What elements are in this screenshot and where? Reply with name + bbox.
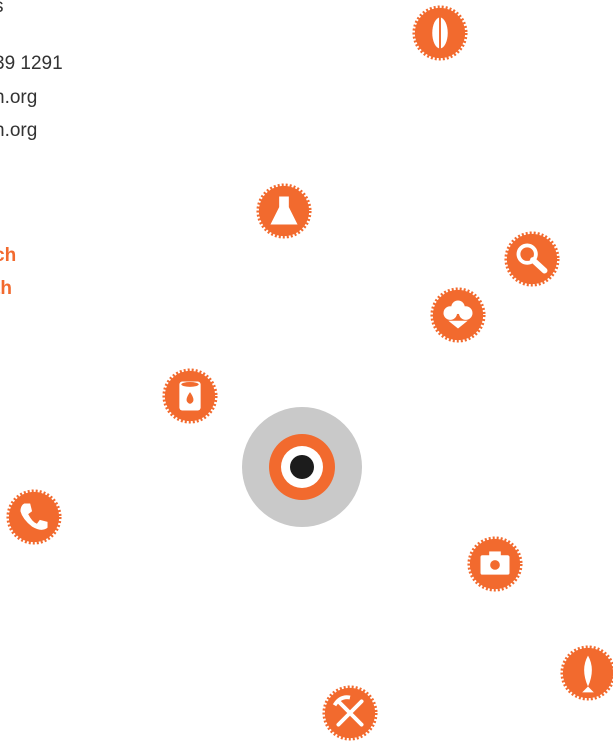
fish-icon-svg xyxy=(560,645,613,701)
corn-icon-svg xyxy=(412,5,468,61)
flask-icon-svg xyxy=(256,183,312,239)
contact-email-2: n.org xyxy=(0,120,38,141)
magnifier-icon xyxy=(503,230,561,288)
contact-link-1[interactable]: ch xyxy=(0,245,16,267)
contact-line-1: s xyxy=(0,0,4,18)
flask-icon xyxy=(255,182,313,240)
oil-drum-icon xyxy=(161,367,219,425)
oil-drum-icon-svg xyxy=(162,368,218,424)
magnifier-icon-svg xyxy=(504,231,560,287)
fish-icon xyxy=(559,644,613,702)
pick-shovel-icon xyxy=(321,684,379,741)
center-dot[interactable] xyxy=(290,455,314,479)
camera-icon xyxy=(466,535,524,593)
pick-shovel-icon-svg xyxy=(322,685,378,741)
phone-icon xyxy=(5,488,63,546)
camera-icon-svg xyxy=(467,536,523,592)
contact-link-2[interactable]: th xyxy=(0,278,12,300)
contact-email-1: n.org xyxy=(0,87,38,108)
phone-icon-svg xyxy=(6,489,62,545)
contact-phone: 39 1291 xyxy=(0,53,63,74)
cotton-icon-svg xyxy=(430,287,486,343)
cotton-icon xyxy=(429,286,487,344)
corn-icon xyxy=(411,4,469,62)
